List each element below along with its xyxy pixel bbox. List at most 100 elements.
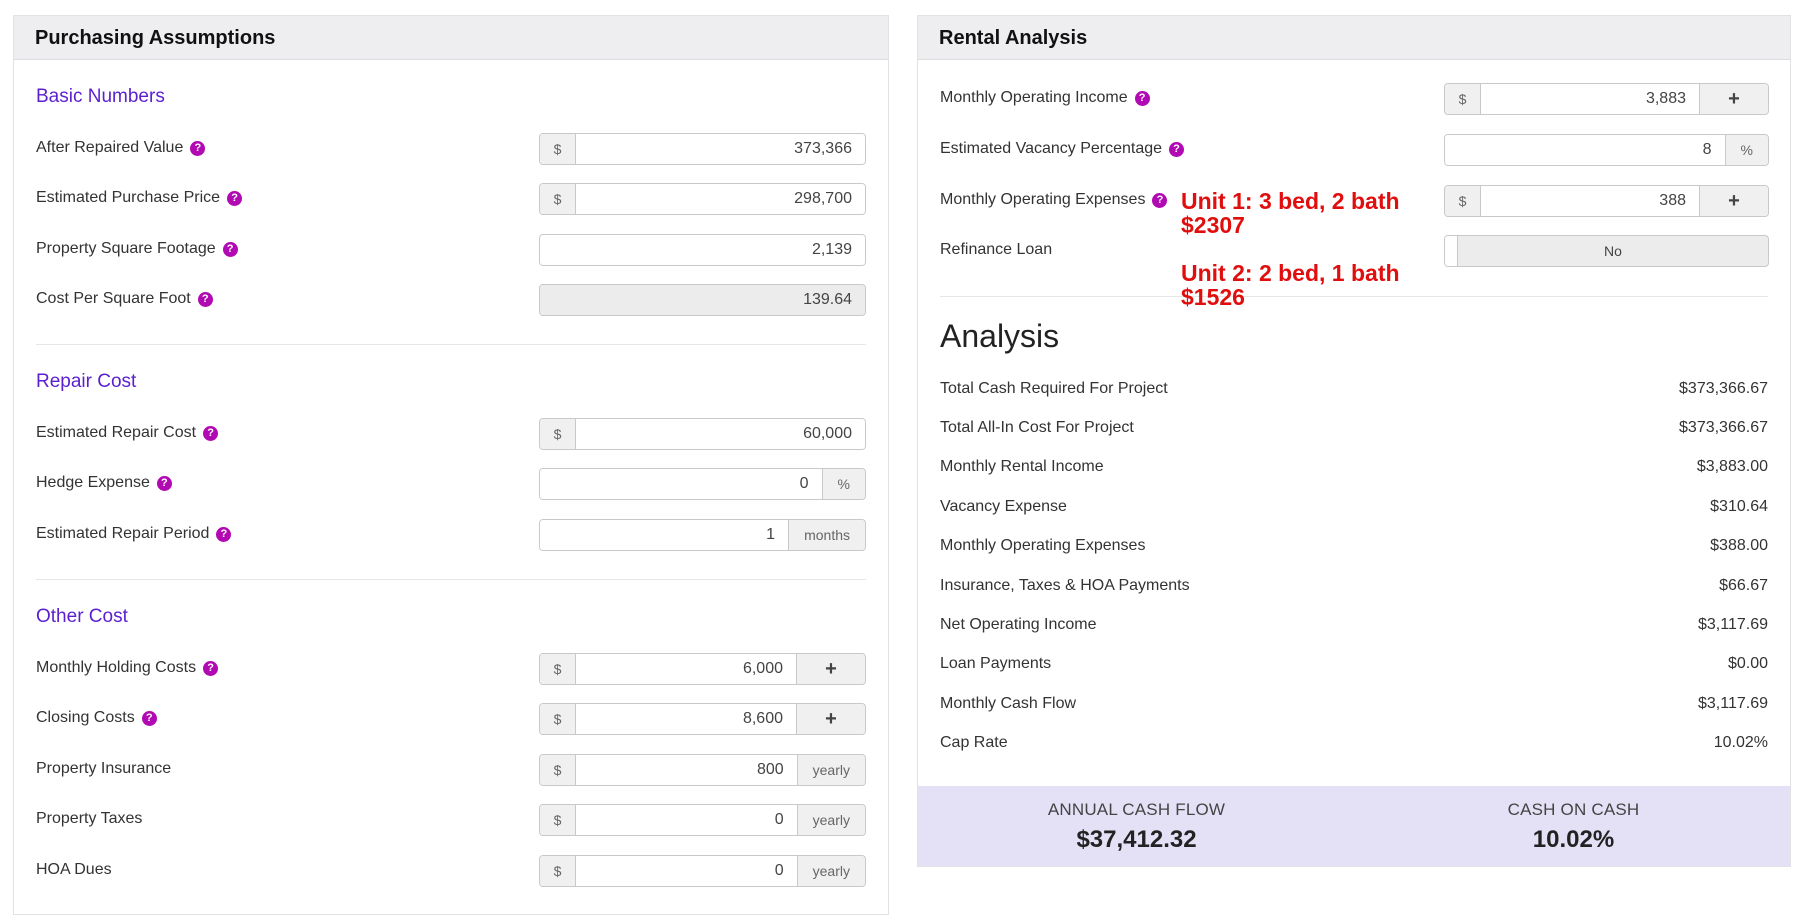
closing-costs-input[interactable]: $ 8,600 + <box>539 703 866 735</box>
analysis-heading: Analysis <box>940 318 1060 354</box>
repair-period-input[interactable]: 1 months <box>539 519 866 551</box>
summary-value: 10.02% <box>1532 826 1615 853</box>
input-value[interactable]: 373,366 <box>576 134 865 164</box>
input-value[interactable]: 0 <box>540 469 822 499</box>
field-label: Property Taxes <box>36 810 143 827</box>
input-value[interactable]: 800 <box>576 755 797 785</box>
input-value[interactable]: 60,000 <box>576 419 865 449</box>
input-value[interactable]: 388 <box>1481 186 1699 216</box>
property-insurance-input[interactable]: $ 800 yearly <box>539 754 866 786</box>
analysis-label: Loan Payments <box>940 655 1052 672</box>
analysis-value: $388.00 <box>1710 537 1768 554</box>
analysis-label: Cap Rate <box>940 734 1008 751</box>
field-label: Monthly Operating Expenses <box>940 191 1146 208</box>
analysis-row-operating-expenses: Monthly Operating Expenses $388.00 <box>940 537 1768 561</box>
input-value[interactable]: 0 <box>576 856 797 886</box>
operating-income-input[interactable]: $ 3,883 + <box>1444 83 1769 115</box>
row-hoa-dues: HOA Dues $ 0 yearly <box>14 855 888 889</box>
analysis-label: Monthly Operating Expenses <box>940 537 1146 554</box>
field-label: Monthly Operating Income <box>940 89 1128 106</box>
dollar-prefix: $ <box>540 184 576 214</box>
row-purchase-price: Estimated Purchase Price? $ 298,700 <box>14 183 888 217</box>
row-property-taxes: Property Taxes $ 0 yearly <box>14 804 888 838</box>
holding-costs-input[interactable]: $ 6,000 + <box>539 653 866 685</box>
field-label: Hedge Expense <box>36 474 150 491</box>
input-value[interactable]: 3,883 <box>1481 84 1699 114</box>
square-footage-input[interactable]: 2,139 <box>539 234 866 266</box>
divider <box>36 344 866 345</box>
cash-flow-summary: ANNUAL CASH FLOW $37,412.32 CASH ON CASH… <box>918 786 1790 866</box>
input-value[interactable]: 2,139 <box>540 235 865 265</box>
hoa-dues-input[interactable]: $ 0 yearly <box>539 855 866 887</box>
help-icon[interactable]: ? <box>1152 192 1168 208</box>
plus-icon[interactable]: + <box>796 704 865 734</box>
summary-value: $37,412.32 <box>1076 826 1197 853</box>
plus-icon[interactable]: + <box>1699 186 1768 216</box>
analysis-row-vacancy-expense: Vacancy Expense $310.64 <box>940 498 1768 522</box>
percent-suffix: % <box>821 469 865 499</box>
panel-title: Purchasing Assumptions <box>14 16 888 60</box>
purchase-price-input[interactable]: $ 298,700 <box>539 183 866 215</box>
help-icon[interactable]: ? <box>141 710 157 726</box>
help-icon[interactable]: ? <box>216 526 232 542</box>
dollar-prefix: $ <box>540 419 576 449</box>
analysis-value: $66.67 <box>1719 577 1768 594</box>
help-icon[interactable]: ? <box>203 660 219 676</box>
repair-cost-input[interactable]: $ 60,000 <box>539 418 866 450</box>
analysis-value: $3,117.69 <box>1698 616 1768 633</box>
analysis-row-all-in-cost: Total All-In Cost For Project $373,366.67 <box>940 419 1768 443</box>
plus-icon[interactable]: + <box>1699 84 1768 114</box>
analysis-value: $373,366.67 <box>1679 380 1768 397</box>
input-value[interactable]: 8,600 <box>576 704 796 734</box>
plus-icon[interactable]: + <box>796 654 865 684</box>
readonly-value: 139.64 <box>540 285 865 315</box>
analysis-label: Net Operating Income <box>940 616 1097 633</box>
row-repair-cost: Estimated Repair Cost? $ 60,000 <box>14 418 888 452</box>
after-repaired-value-input[interactable]: $ 373,366 <box>539 133 866 165</box>
property-taxes-input[interactable]: $ 0 yearly <box>539 804 866 836</box>
row-operating-income: Monthly Operating Income? $ 3,883 + <box>918 83 1790 117</box>
help-icon[interactable]: ? <box>156 475 172 491</box>
row-closing-costs: Closing Costs? $ 8,600 + <box>14 703 888 737</box>
hedge-expense-input[interactable]: 0 % <box>539 468 866 500</box>
cash-on-cash: CASH ON CASH 10.02% <box>1355 786 1790 854</box>
analysis-label: Total Cash Required For Project <box>940 380 1168 397</box>
help-icon[interactable]: ? <box>227 190 243 206</box>
analysis-row-insurance-taxes-hoa: Insurance, Taxes & HOA Payments $66.67 <box>940 577 1768 601</box>
vacancy-percentage-input[interactable]: 8 % <box>1444 134 1769 166</box>
analysis-value: $310.64 <box>1710 498 1768 515</box>
toggle-knob[interactable] <box>1445 236 1458 266</box>
divider <box>36 579 866 580</box>
field-label: HOA Dues <box>36 861 112 878</box>
input-value[interactable]: 8 <box>1445 135 1725 165</box>
help-icon[interactable]: ? <box>1169 141 1185 157</box>
dollar-prefix: $ <box>540 134 576 164</box>
refinance-loan-toggle[interactable]: No <box>1444 235 1769 267</box>
help-icon[interactable]: ? <box>190 140 206 156</box>
yearly-suffix: yearly <box>796 755 865 785</box>
input-value[interactable]: 1 <box>540 520 789 550</box>
analysis-label: Vacancy Expense <box>940 498 1067 515</box>
analysis-row-loan-payments: Loan Payments $0.00 <box>940 655 1768 679</box>
help-icon[interactable]: ? <box>222 241 238 257</box>
help-icon[interactable]: ? <box>197 291 213 307</box>
input-value[interactable]: 6,000 <box>576 654 796 684</box>
operating-expenses-input[interactable]: $ 388 + <box>1444 185 1769 217</box>
help-icon[interactable]: ? <box>1134 90 1150 106</box>
analysis-label: Monthly Rental Income <box>940 458 1104 475</box>
purchasing-assumptions-panel: Purchasing Assumptions Basic Numbers Aft… <box>13 15 889 915</box>
row-square-footage: Property Square Footage? 2,139 <box>14 234 888 268</box>
row-repair-period: Estimated Repair Period? 1 months <box>14 519 888 553</box>
analysis-row-net-operating-income: Net Operating Income $3,117.69 <box>940 616 1768 640</box>
field-label: Refinance Loan <box>940 241 1053 258</box>
analysis-value: $3,883.00 <box>1696 458 1768 475</box>
rental-analysis-panel: Rental Analysis Monthly Operating Income… <box>917 15 1791 867</box>
field-label: Estimated Repair Period <box>36 525 210 542</box>
dollar-prefix: $ <box>540 704 576 734</box>
field-label: Estimated Vacancy Percentage <box>940 140 1163 157</box>
summary-label: CASH ON CASH <box>1507 800 1640 819</box>
input-value[interactable]: 0 <box>576 805 797 835</box>
input-value[interactable]: 298,700 <box>576 184 865 214</box>
help-icon[interactable]: ? <box>203 425 219 441</box>
months-suffix: months <box>788 520 865 550</box>
